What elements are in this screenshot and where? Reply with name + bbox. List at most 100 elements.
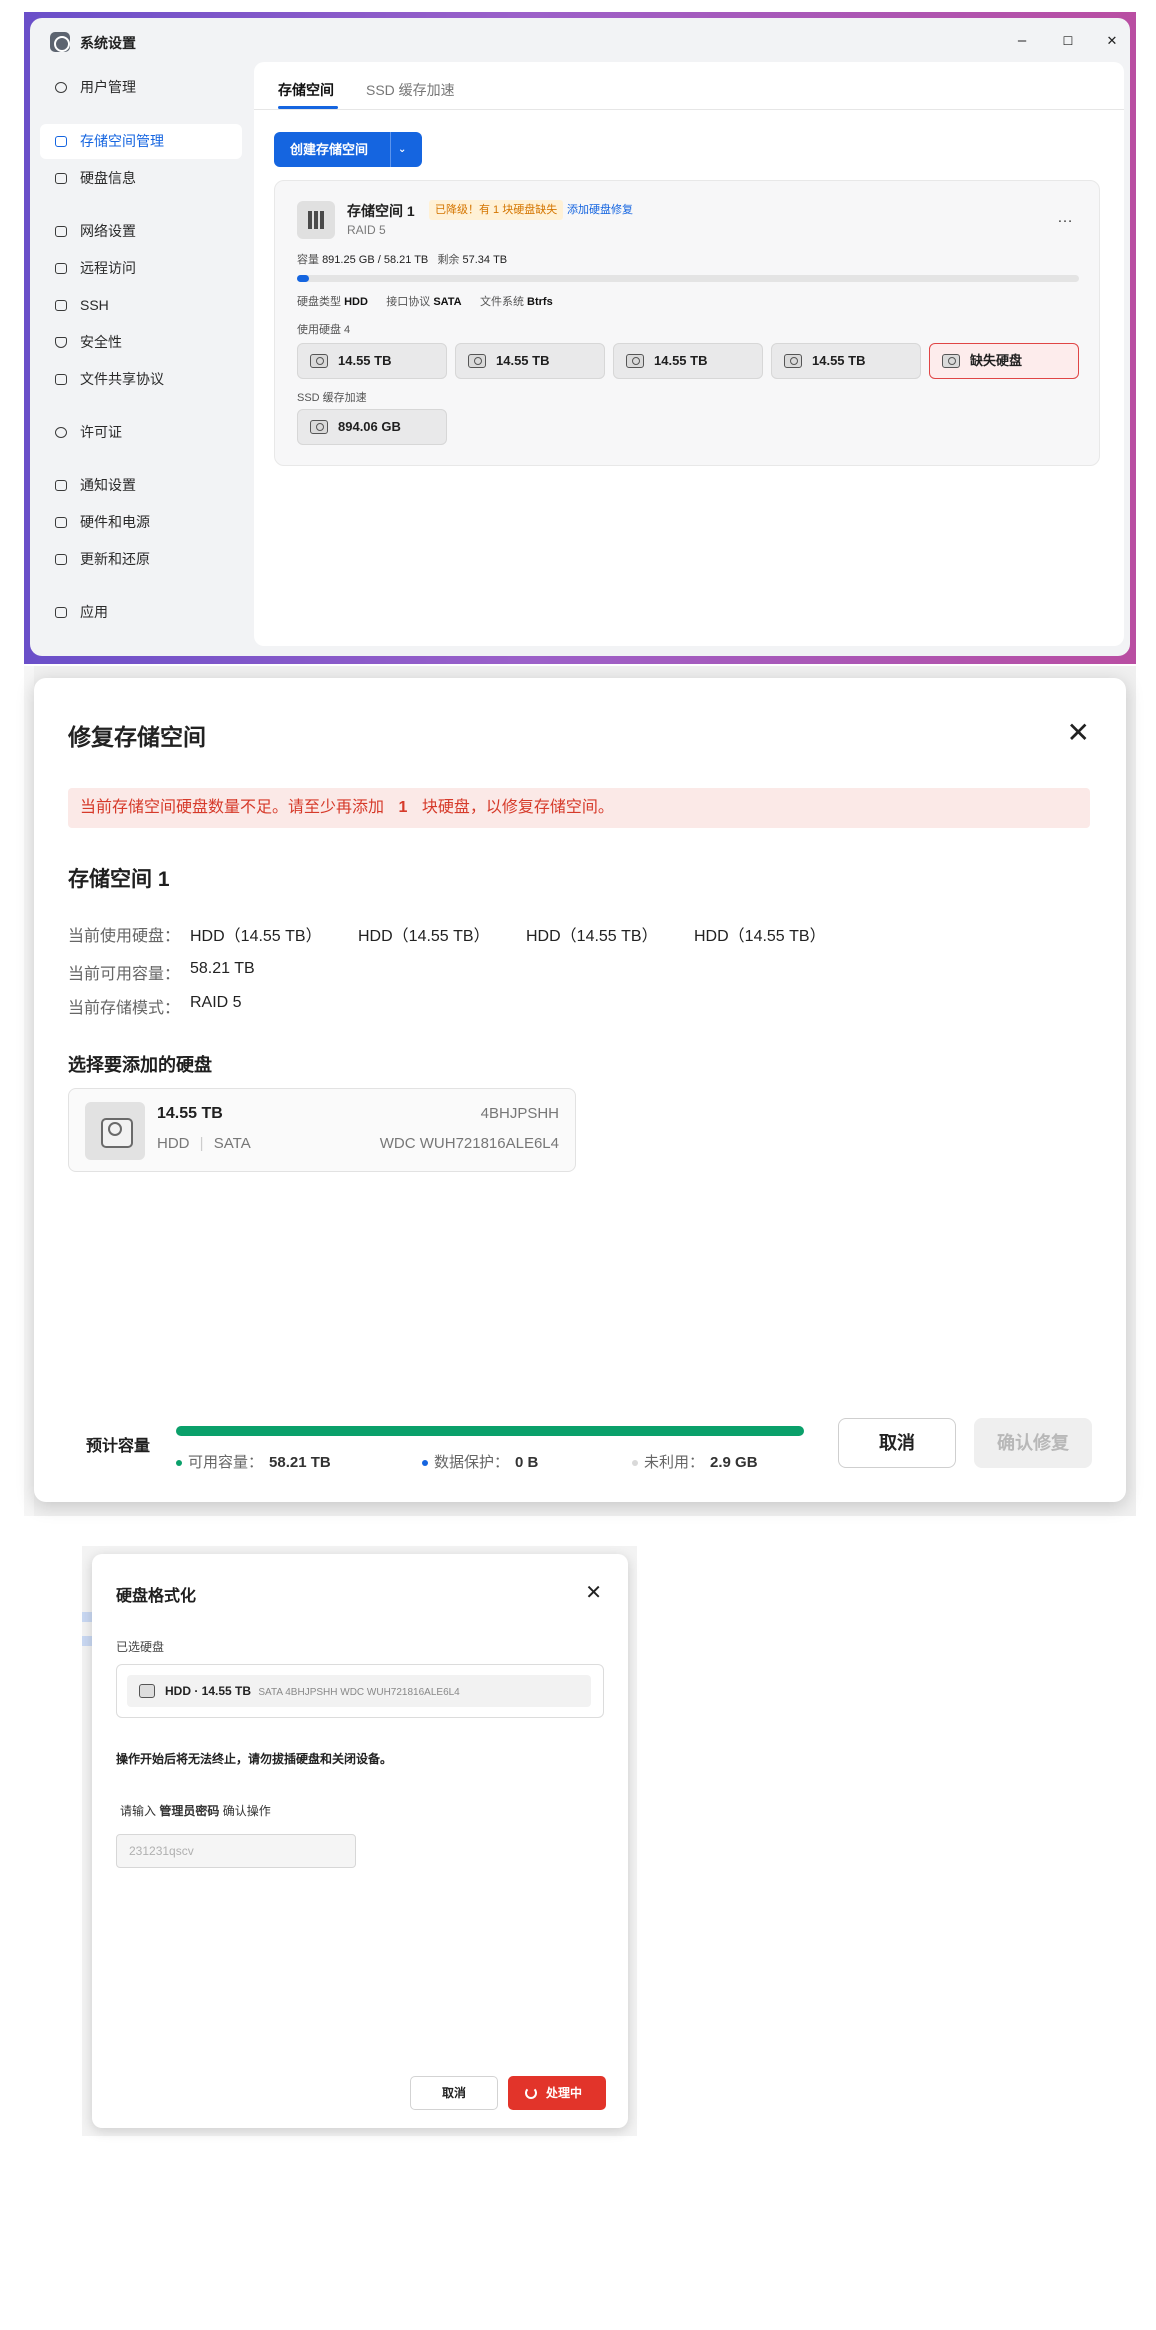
missing-disk-chip[interactable]: 缺失硬盘: [929, 343, 1079, 379]
sidebar-item-label: 网络设置: [80, 223, 136, 239]
sidebar-item-network[interactable]: 网络设置: [40, 214, 242, 249]
sidebar-item-notifications[interactable]: 通知设置: [40, 468, 242, 503]
disk-chip[interactable]: 14.55 TB: [613, 343, 763, 379]
minimize-button[interactable]: –: [1010, 30, 1034, 52]
sidebar-item-update-restore[interactable]: 更新和还原: [40, 542, 242, 577]
ssd-cache-chip[interactable]: 894.06 GB: [297, 409, 447, 445]
maximize-button[interactable]: ☐: [1056, 30, 1080, 52]
ssd-cache-label: SSD 缓存加速: [297, 392, 367, 404]
selected-disk-item: HDD · 14.55 TB SATA 4BHJPSHH WDC WUH7218…: [127, 1675, 591, 1707]
selected-disk-details: SATA 4BHJPSHH WDC WUH721816ALE6L4: [258, 1687, 460, 1698]
hdd-icon: [310, 354, 328, 368]
rocket-icon: [55, 554, 67, 565]
hdd-icon: [942, 354, 960, 368]
sidebar-item-apps[interactable]: 应用: [40, 595, 242, 630]
key-icon: [55, 427, 67, 438]
cancel-button[interactable]: 取消: [838, 1418, 956, 1468]
sidebar-item-label: 通知设置: [80, 477, 136, 493]
sidebar-item-file-sharing[interactable]: 文件共享协议: [40, 362, 242, 397]
processing-button[interactable]: 处理中: [508, 2076, 606, 2110]
available-capacity-label: 当前可用容量：: [68, 966, 181, 983]
legend-label: 可用容量：: [188, 1454, 264, 1471]
password-input[interactable]: [116, 1834, 356, 1868]
hdd-icon: [626, 354, 644, 368]
warning-count: 1: [398, 799, 408, 816]
mail-icon: [55, 480, 67, 491]
add-disk-repair-link[interactable]: 添加硬盘修复: [567, 200, 633, 220]
current-disk: HDD（14.55 TB）: [190, 928, 322, 945]
insufficient-disks-warning: 当前存储空间硬盘数量不足。请至少再添加 1 块硬盘，以修复存储空间。: [68, 788, 1090, 828]
tab-divider: [254, 109, 1124, 110]
disk-chip[interactable]: 14.55 TB: [771, 343, 921, 379]
remaining-value: 57.34 TB: [462, 254, 508, 266]
legend-available: 可用容量： 58.21 TB: [176, 1451, 331, 1472]
close-icon[interactable]: ✕: [585, 1580, 602, 1605]
disk-chip[interactable]: 14.55 TB: [297, 343, 447, 379]
capacity-bar: [297, 275, 1079, 282]
estimate-bar-fill: [176, 1426, 804, 1436]
format-dialog-backdrop: 硬盘格式化 ✕ 已选硬盘 HDD · 14.55 TB SATA 4BHJPSH…: [82, 1546, 637, 2136]
legend-value: 0 B: [515, 1454, 539, 1471]
interface-value: SATA: [433, 296, 462, 308]
sidebar-item-hardware-power[interactable]: 硬件和电源: [40, 505, 242, 540]
raid-array-icon: [297, 201, 335, 239]
capacity-value: 891.25 GB / 58.21 TB: [322, 254, 429, 266]
legend-label: 未利用：: [644, 1454, 705, 1471]
tab-storage[interactable]: 存储空间: [278, 80, 334, 100]
background-hint: [82, 1612, 92, 1622]
settings-window-backdrop: 系统设置 – ☐ ✕ 用户管理 存储空间管理 硬盘信息 网络设置 远程访问 SS…: [24, 12, 1136, 664]
sidebar-item-label: 应用: [80, 604, 108, 620]
hdd-icon: [784, 354, 802, 368]
more-options-icon[interactable]: …: [1057, 209, 1073, 227]
sidebar-item-security[interactable]: 安全性: [40, 325, 242, 360]
sidebar-item-ssh[interactable]: SSH: [40, 288, 242, 323]
sidebar-item-label: 硬件和电源: [80, 514, 150, 530]
disk-icon: [55, 173, 67, 184]
close-button[interactable]: ✕: [1100, 30, 1124, 52]
disk-chip-label: 14.55 TB: [812, 353, 866, 368]
network-icon: [55, 226, 67, 237]
cancel-button[interactable]: 取消: [410, 2076, 498, 2110]
filesystem-label: 文件系统: [479, 296, 524, 308]
sidebar-item-label: SSH: [80, 297, 109, 313]
sidebar-item-license[interactable]: 许可证: [40, 415, 242, 450]
close-icon[interactable]: ✕: [1067, 716, 1090, 749]
sidebar-item-storage[interactable]: 存储空间管理: [40, 124, 242, 159]
confirm-repair-button[interactable]: 确认修复: [974, 1418, 1092, 1468]
legend-dot: [422, 1460, 428, 1467]
current-disk: HDD（14.55 TB）: [526, 928, 658, 945]
sidebar-item-label: 存储空间管理: [80, 133, 164, 149]
estimate-label: 预计容量: [86, 1438, 151, 1455]
ssd-icon: [310, 420, 328, 434]
candidate-type: HDD: [157, 1135, 190, 1152]
capacity-label: 容量: [297, 254, 319, 266]
disk-chip[interactable]: 14.55 TB: [455, 343, 605, 379]
spinner-icon: [525, 2087, 537, 2099]
chevron-down-icon[interactable]: ⌄: [398, 132, 406, 167]
background-hint: [82, 1636, 92, 1646]
tab-ssd-cache[interactable]: SSD 缓存加速: [366, 80, 455, 100]
candidate-serial: 4BHJPSHH: [480, 1105, 559, 1122]
sidebar-item-remote-access[interactable]: 远程访问: [40, 251, 242, 286]
storage-mode-value: RAID 5: [190, 994, 242, 1011]
candidate-disk-card[interactable]: 14.55 TB HDD | SATA 4BHJPSHH WDC WUH7218…: [68, 1088, 576, 1172]
pool-name: 存储空间 1: [347, 203, 415, 219]
disk-type-label: 硬盘类型: [297, 296, 341, 308]
legend-dot: [176, 1460, 182, 1467]
settings-window: 系统设置 – ☐ ✕ 用户管理 存储空间管理 硬盘信息 网络设置 远程访问 SS…: [30, 18, 1130, 656]
sidebar-item-users[interactable]: 用户管理: [40, 70, 242, 105]
candidate-size: 14.55 TB: [157, 1105, 223, 1122]
title-bar: 系统设置 – ☐ ✕: [30, 18, 1130, 62]
sidebar-item-label: 文件共享协议: [80, 371, 164, 387]
window-title: 系统设置: [80, 35, 136, 51]
create-storage-button[interactable]: 创建存储空间 ⌄: [274, 132, 422, 167]
disk-meta-row: 硬盘类型 HDD 接口协议 SATA 文件系统 Btrfs: [297, 293, 553, 309]
pool-raid-level: RAID 5: [347, 223, 386, 237]
sidebar-item-disk-info[interactable]: 硬盘信息: [40, 161, 242, 196]
selected-disk-main: HDD · 14.55 TB: [165, 1684, 252, 1698]
legend-label: 数据保护：: [434, 1454, 510, 1471]
current-disk: HDD（14.55 TB）: [358, 928, 490, 945]
format-warning: 操作开始后将无法终止，请勿拔插硬盘和关闭设备。: [116, 1752, 393, 1766]
select-disk-title: 选择要添加的硬盘: [68, 1055, 212, 1075]
legend-protection: 数据保护： 0 B: [422, 1451, 538, 1472]
